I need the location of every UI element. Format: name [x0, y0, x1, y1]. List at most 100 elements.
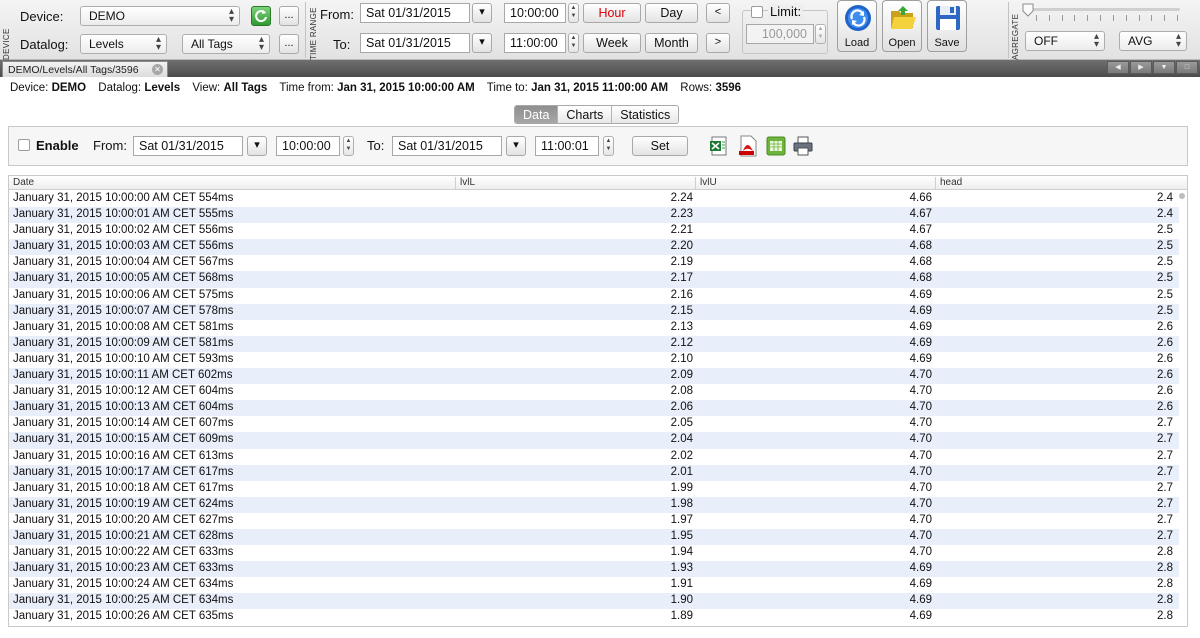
- aggregate-slider-track[interactable]: [1026, 8, 1180, 11]
- table-row[interactable]: January 31, 2015 10:00:14 AM CET 607ms 2.…: [9, 416, 1179, 432]
- from-time-field[interactable]: 10:00:00: [504, 3, 566, 23]
- cell-head: 2.7: [1157, 481, 1173, 494]
- aggregate-slider-thumb[interactable]: [1022, 3, 1034, 17]
- summary-datalog: Levels: [144, 82, 181, 94]
- from-time-stepper[interactable]: ▲ ▼: [568, 3, 579, 23]
- day-button[interactable]: Day: [645, 3, 698, 23]
- table-row[interactable]: January 31, 2015 10:00:11 AM CET 602ms 2.…: [9, 368, 1179, 385]
- filter-from-date-picker[interactable]: ▾: [247, 136, 267, 156]
- document-tab-title: DEMO/Levels/All Tags/3596: [8, 64, 139, 76]
- table-row[interactable]: January 31, 2015 10:00:21 AM CET 628ms 1.…: [9, 528, 1179, 546]
- table-row[interactable]: January 31, 2015 10:00:26 AM CET 635ms 1.…: [9, 609, 1179, 625]
- table-row[interactable]: January 31, 2015 10:00:20 AM CET 627ms 1.…: [9, 513, 1179, 529]
- table-row[interactable]: January 31, 2015 10:00:03 AM CET 556ms 2.…: [9, 239, 1179, 256]
- table-row[interactable]: January 31, 2015 10:00:15 AM CET 609ms 2.…: [9, 432, 1179, 449]
- filter-to-date-picker[interactable]: ▾: [506, 136, 526, 156]
- caret-down-icon: ▾: [479, 6, 485, 18]
- column-header-lvlu[interactable]: lvlU: [695, 177, 935, 190]
- filter-from-time-field[interactable]: 10:00:00: [276, 136, 340, 156]
- tab-list-icon[interactable]: ▼: [1153, 61, 1175, 74]
- open-button[interactable]: Open: [882, 0, 922, 52]
- device-label: Device:: [20, 9, 64, 24]
- to-time-stepper[interactable]: ▲ ▼: [568, 33, 579, 53]
- table-row[interactable]: January 31, 2015 10:00:02 AM CET 556ms 2.…: [9, 223, 1179, 239]
- table-row[interactable]: January 31, 2015 10:00:16 AM CET 613ms 2.…: [9, 449, 1179, 465]
- table-row[interactable]: January 31, 2015 10:00:17 AM CET 617ms 2.…: [9, 464, 1179, 481]
- column-header-date[interactable]: Date: [9, 177, 455, 190]
- table-row[interactable]: January 31, 2015 10:00:10 AM CET 593ms 2.…: [9, 352, 1179, 368]
- save-button[interactable]: Save: [927, 0, 967, 52]
- filter-to-date-field[interactable]: Sat 01/31/2015: [392, 136, 502, 156]
- table-row[interactable]: January 31, 2015 10:00:23 AM CET 633ms 1.…: [9, 561, 1179, 578]
- tags-more-button[interactable]: ...: [279, 34, 299, 54]
- table-row[interactable]: January 31, 2015 10:00:22 AM CET 633ms 1.…: [9, 545, 1179, 561]
- to-time-field[interactable]: 11:00:00: [504, 33, 566, 53]
- table-row[interactable]: January 31, 2015 10:00:08 AM CET 581ms 2.…: [9, 320, 1179, 336]
- table-row[interactable]: January 31, 2015 10:00:01 AM CET 555ms 2.…: [9, 207, 1179, 224]
- next-range-button[interactable]: >: [706, 33, 730, 53]
- vertical-scrollbar[interactable]: [1179, 193, 1185, 199]
- month-button[interactable]: Month: [645, 33, 698, 53]
- filter-to-time-stepper[interactable]: ▲ ▼: [603, 136, 614, 156]
- from-date-field[interactable]: Sat 01/31/2015: [360, 3, 470, 23]
- to-date-picker-button[interactable]: ▾: [472, 33, 492, 53]
- document-tab[interactable]: DEMO/Levels/All Tags/3596 ✕: [2, 61, 168, 77]
- filter-enable-checkbox[interactable]: [18, 139, 30, 151]
- table-row[interactable]: January 31, 2015 10:00:00 AM CET 554ms 2.…: [9, 191, 1179, 207]
- summary-view: All Tags: [223, 82, 268, 94]
- cell-head: 2.7: [1157, 433, 1173, 446]
- print-icon[interactable]: [792, 135, 814, 157]
- tab-statistics[interactable]: Statistics: [612, 106, 679, 123]
- export-excel-icon[interactable]: [709, 135, 731, 157]
- cell-head: 2.8: [1157, 594, 1173, 607]
- column-header-lvll[interactable]: lvlL: [455, 177, 695, 190]
- table-row[interactable]: January 31, 2015 10:00:12 AM CET 604ms 2.…: [9, 384, 1179, 400]
- cell-head: 2.6: [1157, 385, 1173, 398]
- device-more-button[interactable]: ...: [279, 6, 299, 26]
- from-date-picker-button[interactable]: ▾: [472, 3, 492, 23]
- filter-enable-label: Enable: [36, 138, 79, 153]
- limit-checkbox[interactable]: [751, 6, 763, 18]
- filter-set-button[interactable]: Set: [632, 136, 688, 156]
- tags-select[interactable]: All Tags ▴ ▾: [182, 34, 270, 54]
- device-select[interactable]: DEMO ▴ ▾: [80, 6, 240, 26]
- to-date-field[interactable]: Sat 01/31/2015: [360, 33, 470, 53]
- aggregate-mode-select[interactable]: OFF ▴ ▾: [1025, 31, 1105, 51]
- summary-device: DEMO: [51, 82, 87, 94]
- load-button[interactable]: Load: [837, 0, 877, 52]
- column-header-head[interactable]: head: [935, 177, 1175, 190]
- filter-from-label: From:: [93, 138, 127, 153]
- hour-button[interactable]: Hour: [583, 3, 641, 23]
- filter-from-time-stepper[interactable]: ▲ ▼: [343, 136, 354, 156]
- week-button[interactable]: Week: [583, 33, 641, 53]
- filter-from-date-field[interactable]: Sat 01/31/2015: [133, 136, 243, 156]
- refresh-button[interactable]: [251, 6, 271, 26]
- table-row[interactable]: January 31, 2015 10:00:18 AM CET 617ms 1.…: [9, 481, 1179, 497]
- prev-range-button[interactable]: <: [706, 3, 730, 23]
- table-row[interactable]: January 31, 2015 10:00:05 AM CET 568ms 2.…: [9, 271, 1179, 288]
- aggregate-function-select[interactable]: AVG ▴ ▾: [1119, 31, 1187, 51]
- tab-data[interactable]: Data: [515, 106, 559, 123]
- export-pdf-icon[interactable]: [737, 135, 759, 157]
- close-icon[interactable]: ✕: [152, 64, 163, 75]
- limit-field[interactable]: 100,000: [746, 24, 814, 44]
- table-row[interactable]: January 31, 2015 10:00:04 AM CET 567ms 2.…: [9, 255, 1179, 271]
- table-row[interactable]: January 31, 2015 10:00:09 AM CET 581ms 2.…: [9, 335, 1179, 352]
- table-row[interactable]: January 31, 2015 10:00:06 AM CET 575ms 2.…: [9, 288, 1179, 304]
- datalog-select[interactable]: Levels ▴ ▾: [80, 34, 167, 54]
- cell-head: 2.4: [1157, 192, 1173, 204]
- table-row[interactable]: January 31, 2015 10:00:07 AM CET 578ms 2.…: [9, 303, 1179, 320]
- scroll-left-icon[interactable]: ◀: [1107, 61, 1129, 74]
- cell-head: 2.5: [1157, 288, 1173, 301]
- cell-head: 2.5: [1157, 256, 1173, 269]
- table-row[interactable]: January 31, 2015 10:00:13 AM CET 604ms 2.…: [9, 400, 1179, 417]
- limit-stepper[interactable]: ▲ ▼: [815, 24, 826, 44]
- maximize-icon[interactable]: □: [1176, 61, 1198, 74]
- table-row[interactable]: January 31, 2015 10:00:25 AM CET 634ms 1.…: [9, 593, 1179, 610]
- filter-to-time-field[interactable]: 11:00:01: [535, 136, 599, 156]
- tab-charts[interactable]: Charts: [558, 106, 613, 123]
- table-row[interactable]: January 31, 2015 10:00:24 AM CET 634ms 1.…: [9, 577, 1179, 593]
- export-csv-icon[interactable]: [765, 135, 787, 157]
- table-row[interactable]: January 31, 2015 10:00:19 AM CET 624ms 1.…: [9, 496, 1179, 513]
- scroll-right-icon[interactable]: ▶: [1130, 61, 1152, 74]
